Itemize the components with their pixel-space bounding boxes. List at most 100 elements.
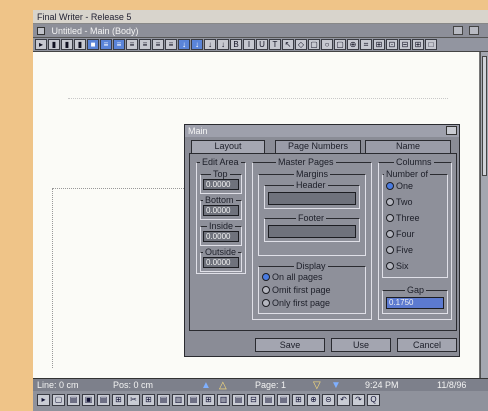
- columns-option-three[interactable]: Three: [386, 213, 420, 224]
- bottom-toolbar-button[interactable]: ▤: [277, 394, 290, 406]
- bottom-toolbar-button[interactable]: ▸: [37, 394, 50, 406]
- bottom-toolbar-button[interactable]: ↷: [352, 394, 365, 406]
- toolbar-button[interactable]: ≡: [165, 39, 177, 50]
- zoom-gadget-icon[interactable]: [453, 26, 463, 35]
- bottom-toolbar-button[interactable]: ⊞: [112, 394, 125, 406]
- radio-icon[interactable]: [386, 214, 394, 222]
- display-option-all[interactable]: On all pages: [262, 272, 323, 283]
- bottom-toolbar-button[interactable]: ✂: [127, 394, 140, 406]
- radio-selected-icon[interactable]: [386, 182, 394, 190]
- bottom-toolbar-button[interactable]: ↶: [337, 394, 350, 406]
- bottom-toolbar-button[interactable]: ⊟: [247, 394, 260, 406]
- bottom-input[interactable]: 0.0000: [203, 205, 239, 216]
- columns-option-four[interactable]: Four: [386, 229, 415, 240]
- use-button[interactable]: Use: [331, 338, 391, 352]
- bottom-toolbar-button[interactable]: ▤: [232, 394, 245, 406]
- depth-gadget-icon[interactable]: [469, 26, 479, 35]
- bottom-toolbar-button[interactable]: ▤: [262, 394, 275, 406]
- radio-icon[interactable]: [386, 198, 394, 206]
- dialog-close-icon[interactable]: [446, 126, 457, 135]
- toolbar-button[interactable]: ▸: [35, 39, 47, 50]
- toolbar-button[interactable]: ▢: [308, 39, 320, 50]
- toolbar-button[interactable]: ≡: [152, 39, 164, 50]
- toolbar-button[interactable]: ⊡: [386, 39, 398, 50]
- toolbar-button[interactable]: ▮: [61, 39, 73, 50]
- toolbar-button[interactable]: ⊕: [347, 39, 359, 50]
- toolbar-button[interactable]: ○: [321, 39, 333, 50]
- footer-input[interactable]: [268, 225, 356, 238]
- toolbar-button[interactable]: ■: [87, 39, 99, 50]
- toolbar-button[interactable]: I: [243, 39, 255, 50]
- toolbar-button[interactable]: B: [230, 39, 242, 50]
- toolbar-button[interactable]: ↖: [282, 39, 294, 50]
- arrow-down-outline-icon[interactable]: ▽: [313, 380, 321, 391]
- toolbar-button[interactable]: ↓: [191, 39, 203, 50]
- inside-input[interactable]: 0.0000: [203, 231, 239, 242]
- top-input[interactable]: 0.0000: [203, 179, 239, 190]
- document-title-bar[interactable]: Untitled - Main (Body): [33, 24, 488, 38]
- tab-layout[interactable]: Layout: [191, 140, 265, 153]
- bottom-toolbar-button[interactable]: ▣: [82, 394, 95, 406]
- pos-status: Pos: 0 cm: [113, 380, 154, 390]
- bottom-toolbar-button[interactable]: ⊞: [142, 394, 155, 406]
- toolbar-button[interactable]: ⊞: [373, 39, 385, 50]
- gap-input[interactable]: 0.1750: [386, 297, 444, 309]
- columns-option-six[interactable]: Six: [386, 261, 409, 272]
- radio-icon[interactable]: [262, 299, 270, 307]
- toolbar-button[interactable]: ≡: [113, 39, 125, 50]
- toolbar-button[interactable]: ≡: [126, 39, 138, 50]
- toolbar-button[interactable]: ⊟: [399, 39, 411, 50]
- bottom-toolbar-button[interactable]: ▤: [97, 394, 110, 406]
- vertical-scrollbar[interactable]: [480, 52, 488, 378]
- toolbar-button[interactable]: ▮: [48, 39, 60, 50]
- toolbar-button[interactable]: ≡: [139, 39, 151, 50]
- bottom-toolbar-button[interactable]: ▤: [67, 394, 80, 406]
- radio-icon[interactable]: [262, 286, 270, 294]
- toolbar-button[interactable]: ◇: [295, 39, 307, 50]
- bottom-toolbar-button[interactable]: ▥: [172, 394, 185, 406]
- toolbar-button[interactable]: ⌗: [360, 39, 372, 50]
- radio-icon[interactable]: [386, 230, 394, 238]
- toolbar-button[interactable]: ↓: [217, 39, 229, 50]
- radio-icon[interactable]: [386, 246, 394, 254]
- toolbar-button[interactable]: ▮: [74, 39, 86, 50]
- toolbar-button[interactable]: ≡: [100, 39, 112, 50]
- bottom-toolbar-button[interactable]: ⊞: [202, 394, 215, 406]
- page-status: Page: 1: [255, 380, 287, 390]
- toolbar-button[interactable]: □: [425, 39, 437, 50]
- bottom-toolbar-button[interactable]: ⊞: [292, 394, 305, 406]
- toolbar-button[interactable]: T: [269, 39, 281, 50]
- display-option-only-first[interactable]: Only first page: [262, 298, 330, 309]
- window-close-icon[interactable]: [37, 27, 45, 35]
- bottom-toolbar-button[interactable]: ⊝: [322, 394, 335, 406]
- bottom-toolbar-button[interactable]: ▥: [217, 394, 230, 406]
- tab-page-numbers[interactable]: Page Numbers: [275, 140, 361, 153]
- columns-option-five[interactable]: Five: [386, 245, 413, 256]
- cancel-button[interactable]: Cancel: [397, 338, 457, 352]
- toolbar-button[interactable]: ↓: [204, 39, 216, 50]
- bottom-toolbar-button[interactable]: Q: [367, 394, 380, 406]
- toolbar-button[interactable]: U: [256, 39, 268, 50]
- columns-option-one[interactable]: One: [386, 181, 413, 192]
- scrollbar-knob[interactable]: [482, 56, 487, 176]
- columns-option-two[interactable]: Two: [386, 197, 413, 208]
- outside-input[interactable]: 0.0000: [203, 257, 239, 268]
- display-option-omit-first[interactable]: Omit first page: [262, 285, 331, 296]
- app-title-bar[interactable]: Final Writer - Release 5: [33, 10, 488, 24]
- arrow-up-outline-icon[interactable]: △: [219, 380, 227, 391]
- toolbar-button[interactable]: ▢: [334, 39, 346, 50]
- header-input[interactable]: [268, 192, 356, 205]
- save-button[interactable]: Save: [255, 338, 325, 352]
- bottom-toolbar-button[interactable]: ▤: [157, 394, 170, 406]
- dialog-title-bar[interactable]: Main: [185, 125, 459, 137]
- arrow-down-icon[interactable]: ▼: [331, 380, 341, 391]
- radio-selected-icon[interactable]: [262, 273, 270, 281]
- bottom-toolbar-button[interactable]: ⊕: [307, 394, 320, 406]
- toolbar-button[interactable]: ⊞: [412, 39, 424, 50]
- tab-name[interactable]: Name: [365, 140, 451, 153]
- arrow-up-icon[interactable]: ▲: [201, 380, 211, 391]
- radio-icon[interactable]: [386, 262, 394, 270]
- bottom-toolbar-button[interactable]: ▤: [187, 394, 200, 406]
- bottom-toolbar-button[interactable]: ▢: [52, 394, 65, 406]
- toolbar-button[interactable]: ↓: [178, 39, 190, 50]
